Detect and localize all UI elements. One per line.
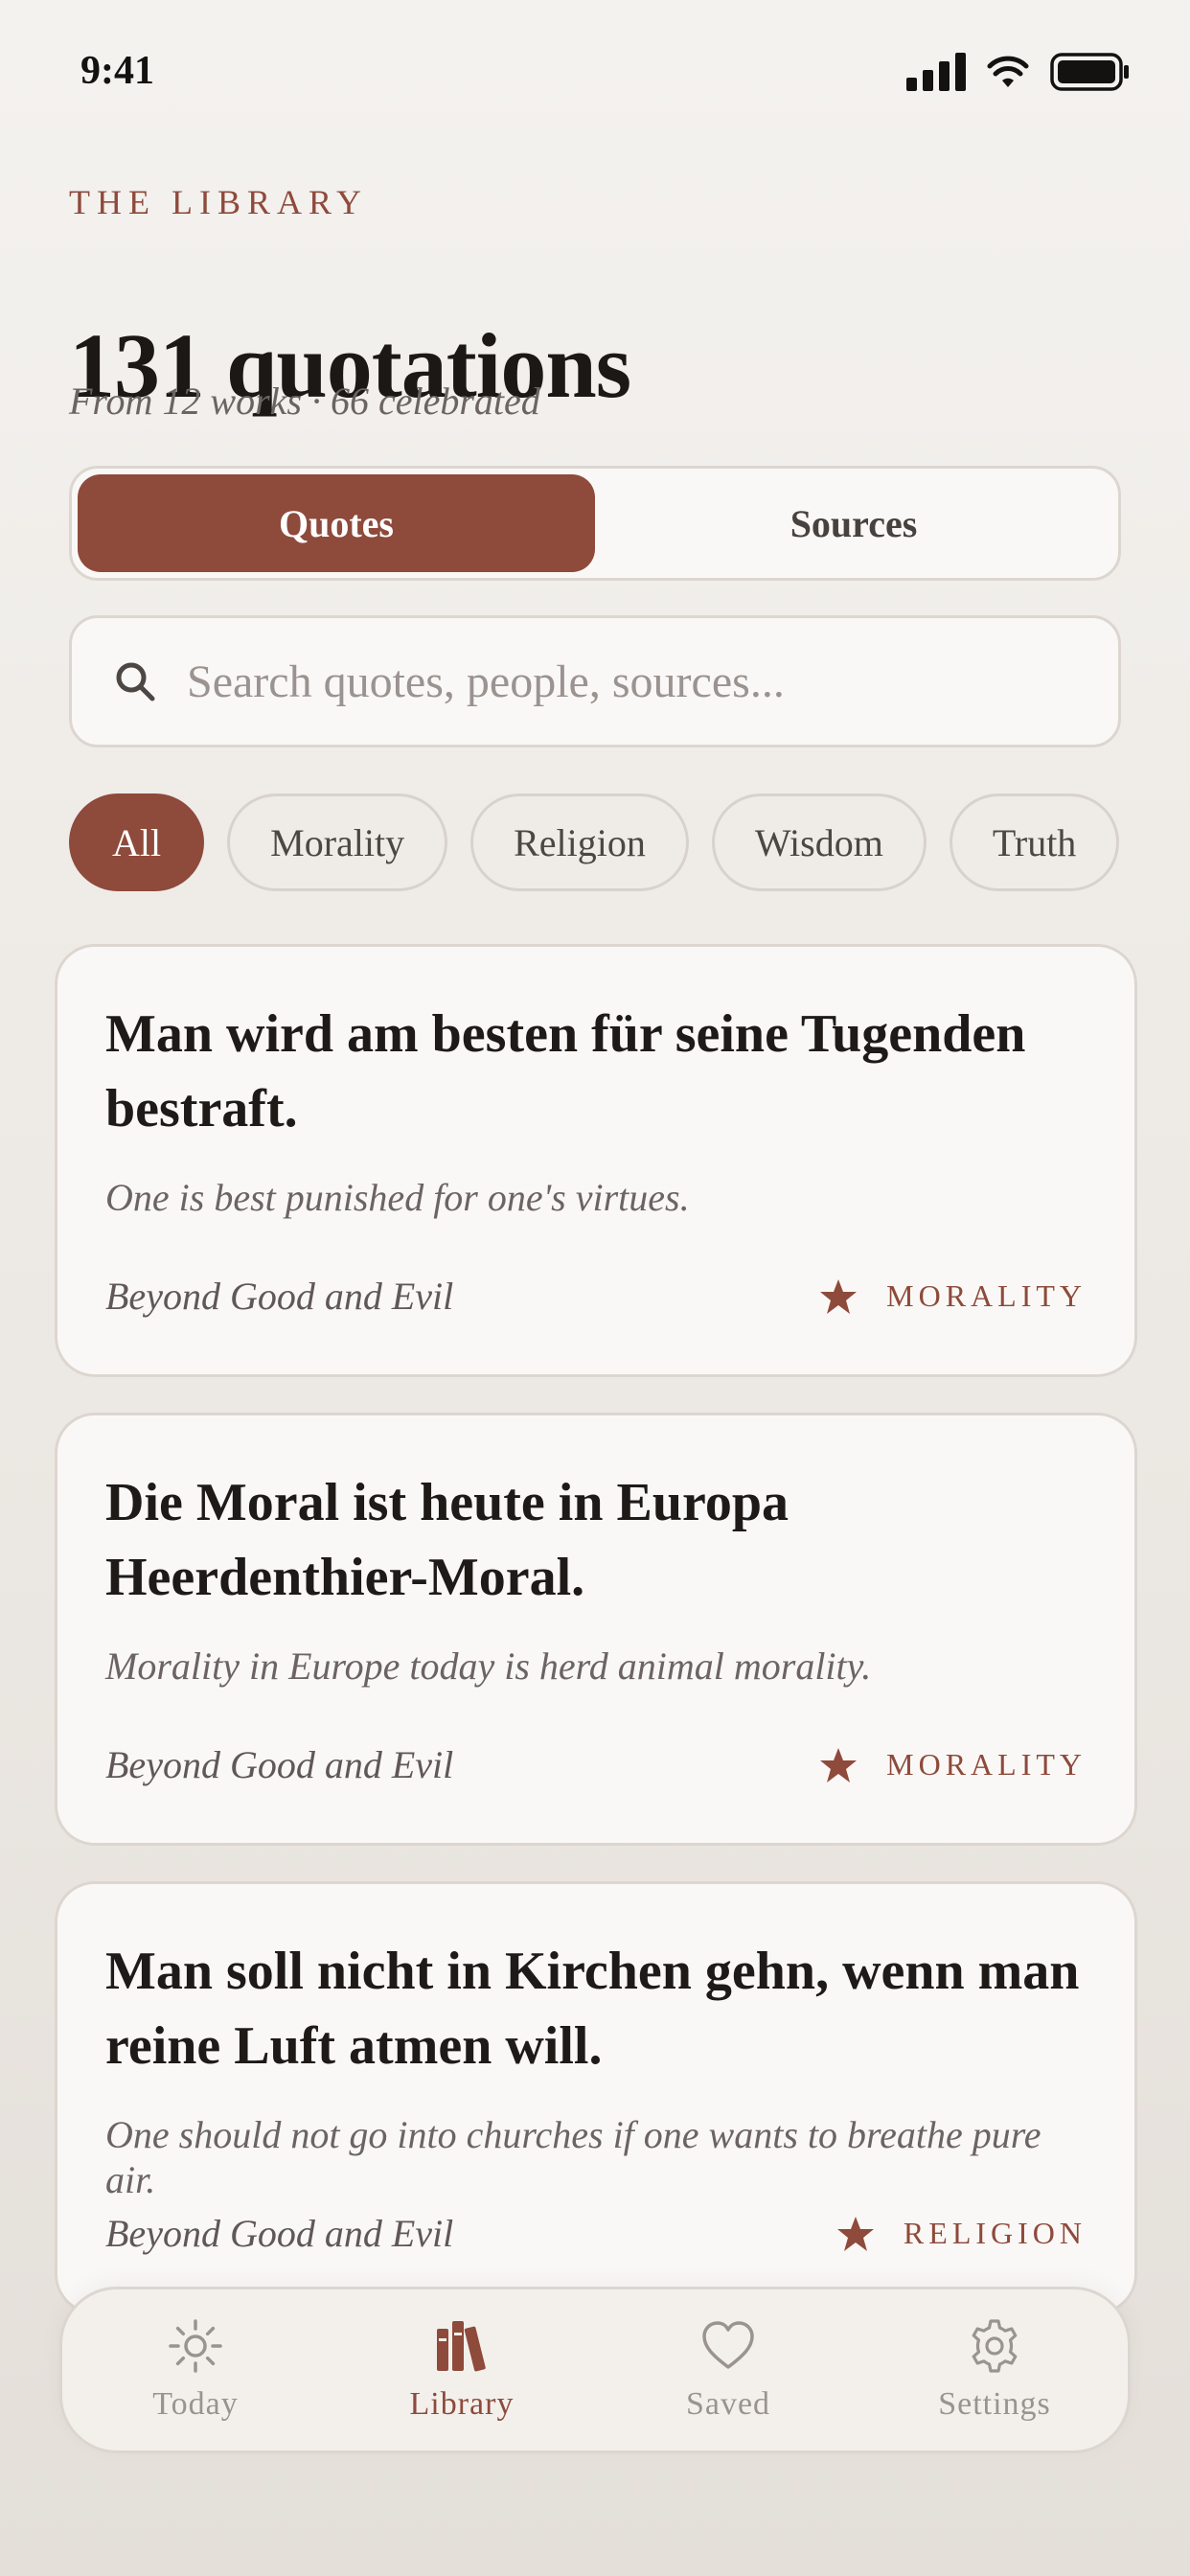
quote-card[interactable]: Die Moral ist heute in Europa Heerdenthi… [55, 1413, 1137, 1846]
tab-saved[interactable]: Saved [613, 2317, 843, 2423]
sun-icon [169, 2319, 222, 2373]
view-segmented-control: Quotes Sources [69, 466, 1121, 581]
quote-original-text: Die Moral ist heute in Europa Heerdenthi… [105, 1473, 789, 1607]
search-bar[interactable] [69, 615, 1121, 748]
star-icon[interactable] [819, 1277, 858, 1316]
tab-library[interactable]: Library [347, 2317, 577, 2423]
filter-chips: All Morality Religion Wisdom Truth [69, 794, 1120, 891]
quote-translation: Morality in Europe today is herd animal … [105, 1644, 872, 1688]
quote-footer: Beyond Good and Evil RELIGION [105, 2211, 1087, 2256]
tab-label: Library [409, 2386, 515, 2422]
quote-source: Beyond Good and Evil [105, 1743, 454, 1786]
quote-tag: RELIGION [836, 2215, 1087, 2253]
star-icon[interactable] [819, 1746, 858, 1784]
tab-bar: Today Library Saved Settings [59, 2287, 1131, 2453]
chip-all[interactable]: All [69, 794, 205, 891]
tag-label: RELIGION [903, 2216, 1087, 2250]
quote-translation: One should not go into churches if one w… [105, 2113, 1041, 2201]
books-icon [437, 2321, 486, 2372]
quote-footer: Beyond Good and Evil MORALITY [105, 1274, 1087, 1319]
wifi-icon [987, 56, 1029, 87]
quote-original-text: Man soll nicht in Kirchen gehn, wenn man… [105, 1942, 1080, 2076]
heart-icon [702, 2321, 754, 2369]
battery-icon [1050, 53, 1129, 91]
search-icon [116, 662, 155, 702]
segment-sources[interactable]: Sources [595, 474, 1112, 572]
quote-footer: Beyond Good and Evil MORALITY [105, 1742, 1087, 1787]
tab-label: Today [152, 2386, 239, 2422]
quote-card[interactable]: Man wird am besten für seine Tugenden be… [55, 944, 1137, 1377]
star-icon[interactable] [836, 2215, 875, 2253]
tab-settings[interactable]: Settings [880, 2317, 1110, 2423]
status-bar: 9:41 [0, 0, 1190, 144]
chip-religion[interactable]: Religion [470, 794, 689, 891]
chip-wisdom[interactable]: Wisdom [711, 794, 927, 891]
segment-quotes[interactable]: Quotes [78, 474, 595, 572]
quote-source: Beyond Good and Evil [105, 1275, 454, 1318]
search-input[interactable] [185, 654, 1051, 709]
section-eyebrow: THE LIBRARY [69, 183, 369, 221]
tag-label: MORALITY [886, 1278, 1087, 1313]
gear-icon [972, 2319, 1018, 2373]
quote-translation: One is best punished for one's virtues. [105, 1176, 690, 1219]
page-subtitle: From 12 works · 66 celebrated [69, 380, 540, 423]
quote-tag: MORALITY [819, 1746, 1087, 1784]
status-time: 9:41 [80, 49, 154, 93]
status-icons [906, 53, 1131, 91]
tab-label: Saved [685, 2386, 771, 2422]
quote-source: Beyond Good and Evil [105, 2212, 454, 2255]
chip-morality[interactable]: Morality [227, 794, 448, 891]
cellular-signal-icon [906, 53, 966, 91]
tab-today[interactable]: Today [80, 2317, 310, 2423]
chip-truth[interactable]: Truth [949, 794, 1120, 891]
tab-label: Settings [938, 2386, 1051, 2422]
quote-tag: MORALITY [819, 1277, 1087, 1316]
quote-original-text: Man wird am besten für seine Tugenden be… [105, 1004, 1026, 1138]
quote-card[interactable]: Man soll nicht in Kirchen gehn, wenn man… [55, 1881, 1137, 2314]
tag-label: MORALITY [886, 1747, 1087, 1782]
